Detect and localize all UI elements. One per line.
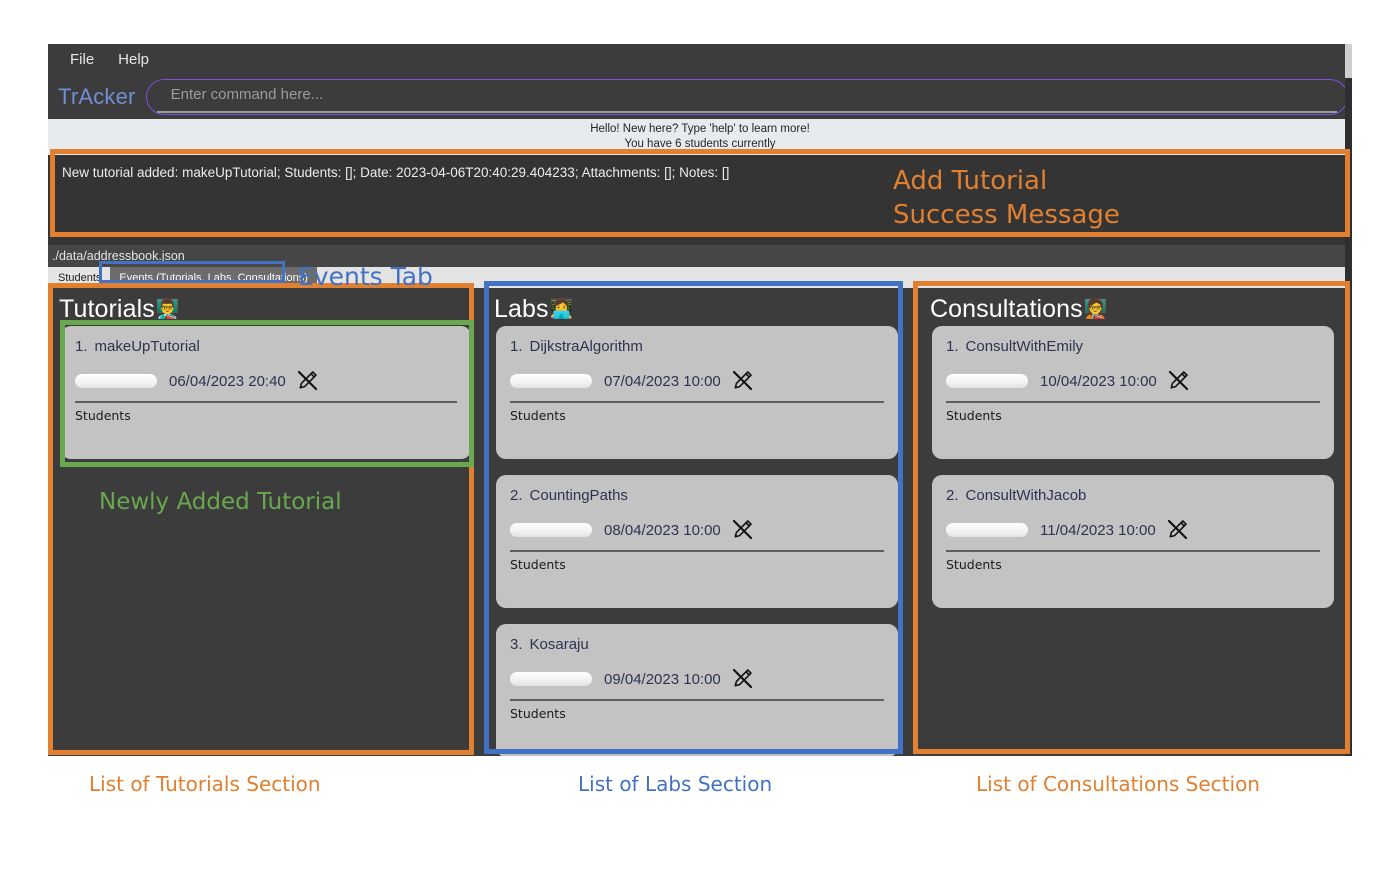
card-meta-row: 11/04/2023 10:00 [946, 517, 1320, 543]
card-index: 2. [946, 487, 959, 505]
pen-crossed-icon[interactable] [730, 518, 754, 542]
command-input[interactable] [156, 80, 1337, 113]
pen-crossed-icon[interactable] [730, 369, 754, 393]
card-title: 2. ConsultWithJacob [946, 487, 1320, 504]
tab-events[interactable]: Events (Tutorials, Labs, Consultations) [110, 267, 317, 289]
card-name: CountingPaths [529, 487, 628, 505]
list-item[interactable]: 3. Kosaraju 09/04/2023 10:00 Students [496, 624, 898, 756]
card-students-label: Students [946, 557, 1002, 573]
card-students-label: Students [75, 408, 131, 424]
card-date: 09/04/2023 10:00 [604, 670, 721, 688]
event-panels-region: Tutorials 👨‍🏫 1. makeUpTutorial 06/04/202… [48, 288, 1352, 756]
list-item[interactable]: 1. DijkstraAlgorithm 07/04/2023 10:00 St… [496, 326, 898, 460]
tab-students[interactable]: Students [49, 267, 111, 289]
panel-header-labs: Labs 👩‍💻 [486, 291, 906, 326]
card-name: ConsultWithJacob [965, 487, 1087, 505]
panel-title-tutorials: Tutorials [59, 295, 155, 324]
list-item[interactable]: 1. ConsultWithEmily 10/04/2023 10:00 Stu… [932, 326, 1334, 460]
card-meta-row: 10/04/2023 10:00 [946, 368, 1320, 394]
status-badge [75, 374, 157, 389]
app-brand-title: TrAcker [58, 84, 136, 109]
pen-crossed-icon[interactable] [730, 667, 754, 691]
card-index: 2. [510, 487, 523, 505]
result-message-text: New tutorial added: makeUpTutorial; Stud… [62, 165, 730, 181]
list-item[interactable]: 1. makeUpTutorial 06/04/2023 20:40 Stude… [61, 326, 471, 460]
card-divider [510, 550, 884, 553]
card-title: 3. Kosaraju [510, 636, 884, 653]
card-date: 08/04/2023 10:00 [604, 521, 721, 539]
panel-header-consultations: Consultations 🧑‍🏫 [922, 291, 1342, 326]
card-index: 3. [510, 636, 523, 654]
card-date: 10/04/2023 10:00 [1040, 372, 1157, 390]
status-badge [946, 523, 1028, 538]
student-count-line: You have 6 students currently [624, 137, 776, 150]
panel-title-consultations: Consultations [930, 295, 1083, 324]
panel-tutorials: Tutorials 👨‍🏫 1. makeUpTutorial 06/04/202… [51, 291, 479, 756]
card-students-label: Students [510, 408, 566, 424]
card-index: 1. [946, 338, 959, 356]
card-students-label: Students [510, 557, 566, 573]
tab-strip: Students Events (Tutorials, Labs, Consul… [48, 267, 1352, 289]
screenshot-root: File Help TrAcker Hello! New here? Type … [0, 0, 1396, 890]
teacher-icon: 👨‍🏫 [155, 299, 180, 321]
command-bar: TrAcker [48, 75, 1352, 119]
card-divider [946, 401, 1320, 404]
pen-crossed-icon[interactable] [295, 369, 319, 393]
panel-title-labs: Labs [494, 295, 549, 324]
card-divider [946, 550, 1320, 553]
greeting-line-1: Hello! New here? Type 'help' to learn mo… [590, 123, 810, 135]
command-input-wrapper[interactable] [145, 79, 1348, 115]
application-window: File Help TrAcker Hello! New here? Type … [48, 44, 1352, 756]
card-students-label: Students [946, 408, 1002, 424]
card-name: DijkstraAlgorithm [529, 338, 643, 356]
card-meta-row: 07/04/2023 10:00 [510, 368, 884, 394]
labs-list[interactable]: 1. DijkstraAlgorithm 07/04/2023 10:00 St… [486, 326, 906, 756]
card-divider [510, 401, 884, 404]
card-name: makeUpTutorial [94, 338, 200, 356]
consultations-list[interactable]: 1. ConsultWithEmily 10/04/2023 10:00 Stu… [922, 326, 1342, 756]
status-badge [510, 523, 592, 538]
status-badge [510, 672, 592, 687]
menu-item-help[interactable]: Help [106, 50, 161, 69]
card-title: 1. ConsultWithEmily [946, 338, 1320, 355]
card-date: 07/04/2023 10:00 [604, 372, 721, 390]
card-date: 06/04/2023 20:40 [169, 372, 286, 390]
annotation-label-list-of-tutorials-section: List of Tutorials Section [89, 772, 321, 796]
card-name: ConsultWithEmily [965, 338, 1084, 356]
annotation-label-list-of-consultations-section: List of Consultations Section [976, 772, 1260, 796]
card-index: 1. [510, 338, 523, 356]
menu-item-file[interactable]: File [58, 50, 106, 69]
annotation-label-list-of-labs-section: List of Labs Section [578, 772, 773, 796]
greeting-strip: Hello! New here? Type 'help' to learn mo… [48, 119, 1352, 156]
card-students-label: Students [510, 706, 566, 722]
scrollbar-thumb[interactable] [1345, 44, 1352, 78]
card-title: 2. CountingPaths [510, 487, 884, 504]
card-divider [510, 699, 884, 702]
card-meta-row: 09/04/2023 10:00 [510, 666, 884, 692]
status-badge [510, 374, 592, 389]
card-divider [75, 401, 457, 404]
panel-consultations: Consultations 🧑‍🏫 1. ConsultWithEmily 10/… [922, 291, 1342, 756]
status-badge [946, 374, 1028, 389]
result-display-box: New tutorial added: makeUpTutorial; Stud… [48, 155, 1352, 246]
panel-header-tutorials: Tutorials 👨‍🏫 [51, 291, 479, 326]
consultation-icon: 🧑‍🏫 [1083, 299, 1108, 321]
lab-computers-icon: 👩‍💻 [549, 299, 574, 321]
card-index: 1. [75, 338, 88, 356]
card-meta-row: 06/04/2023 20:40 [75, 368, 457, 394]
list-item[interactable]: 2. CountingPaths 08/04/2023 10:00 Studen… [496, 475, 898, 609]
status-bar-file-path: ./data/addressbook.json [48, 245, 1352, 268]
pen-crossed-icon[interactable] [1166, 369, 1190, 393]
pen-crossed-icon[interactable] [1165, 518, 1189, 542]
card-meta-row: 08/04/2023 10:00 [510, 517, 884, 543]
tutorials-list[interactable]: 1. makeUpTutorial 06/04/2023 20:40 Stude… [51, 326, 479, 756]
card-date: 11/04/2023 10:00 [1040, 521, 1156, 539]
menu-bar: File Help [48, 44, 1352, 75]
panel-labs: Labs 👩‍💻 1. DijkstraAlgorithm 07/04/2023 … [486, 291, 906, 756]
card-name: Kosaraju [529, 636, 589, 654]
card-title: 1. makeUpTutorial [75, 338, 457, 355]
card-title: 1. DijkstraAlgorithm [510, 338, 884, 355]
window-scrollbar[interactable] [1345, 44, 1352, 756]
list-item[interactable]: 2. ConsultWithJacob 11/04/2023 10:00 Stu… [932, 475, 1334, 609]
